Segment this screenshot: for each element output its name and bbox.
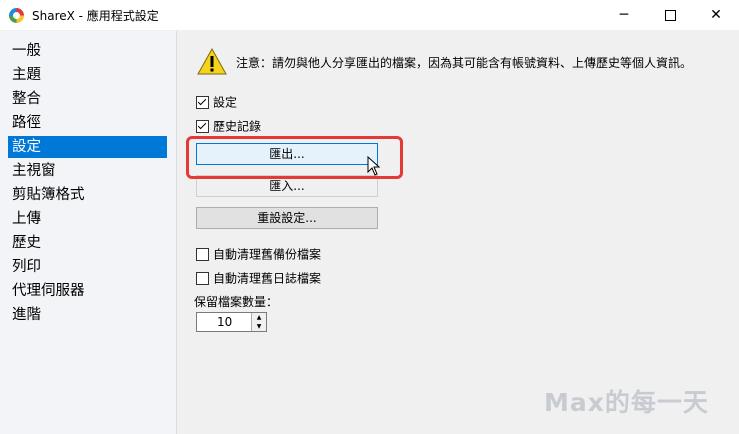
maximize-button[interactable] (647, 0, 693, 30)
sidebar-item-integration[interactable]: 整合 (8, 88, 167, 110)
checkbox-icon (196, 272, 209, 285)
sidebar-item-general[interactable]: 一般 (8, 40, 167, 62)
sidebar-item-settings[interactable]: 設定 (8, 136, 167, 158)
settings-checkbox[interactable]: 設定 (196, 94, 237, 110)
checkbox-icon (196, 248, 209, 261)
sidebar-item-main-window[interactable]: 主視窗 (8, 160, 167, 182)
sidebar-item-clipboard-formats[interactable]: 剪貼簿格式 (8, 184, 167, 206)
sidebar-item-history[interactable]: 歷史 (8, 232, 167, 254)
sidebar-item-proxy[interactable]: 代理伺服器 (8, 280, 167, 302)
mouse-cursor-icon (367, 156, 381, 176)
stepper-up-icon[interactable]: ▲ (251, 313, 266, 322)
title-bar: ShareX - 應用程式設定 ─ ✕ (0, 0, 739, 31)
keep-count-stepper[interactable]: 10 ▲ ▼ (196, 312, 267, 332)
sidebar-item-advanced[interactable]: 進階 (8, 304, 167, 326)
window-title: ShareX - 應用程式設定 (32, 9, 159, 23)
settings-sidebar: 一般 主題 整合 路徑 設定 主視窗 剪貼簿格式 上傳 歷史 列印 代理伺服器 … (0, 31, 177, 434)
sharex-icon (9, 8, 24, 23)
warning-notice: 注意：請勿與他人分享匯出的檔案，因為其可能含有帳號資料、上傳歷史等個人資訊。 (236, 56, 693, 70)
sidebar-item-upload[interactable]: 上傳 (8, 208, 167, 230)
maximize-icon (664, 9, 676, 21)
warning-icon (197, 48, 227, 75)
checkbox-icon (196, 120, 209, 133)
auto-clean-log-checkbox[interactable]: 自動清理舊日誌檔案 (196, 270, 321, 286)
sidebar-item-paths[interactable]: 路徑 (8, 112, 167, 134)
keep-count-value[interactable]: 10 (217, 315, 232, 329)
sidebar-item-theme[interactable]: 主題 (8, 64, 167, 86)
keep-count-label: 保留檔案數量： (194, 295, 279, 309)
reset-settings-button[interactable]: 重設設定... (196, 207, 378, 229)
auto-clean-backup-checkbox[interactable]: 自動清理舊備份檔案 (196, 246, 321, 262)
settings-panel: 注意：請勿與他人分享匯出的檔案，因為其可能含有帳號資料、上傳歷史等個人資訊。 設… (177, 31, 739, 434)
stepper-down-icon[interactable]: ▼ (251, 322, 266, 331)
close-button[interactable]: ✕ (693, 0, 739, 30)
watermark: Max的每一天 (544, 388, 709, 417)
sidebar-item-print[interactable]: 列印 (8, 256, 167, 278)
checkbox-icon (196, 96, 209, 109)
minimize-button[interactable]: ─ (601, 0, 647, 30)
history-checkbox[interactable]: 歷史記錄 (196, 118, 261, 134)
